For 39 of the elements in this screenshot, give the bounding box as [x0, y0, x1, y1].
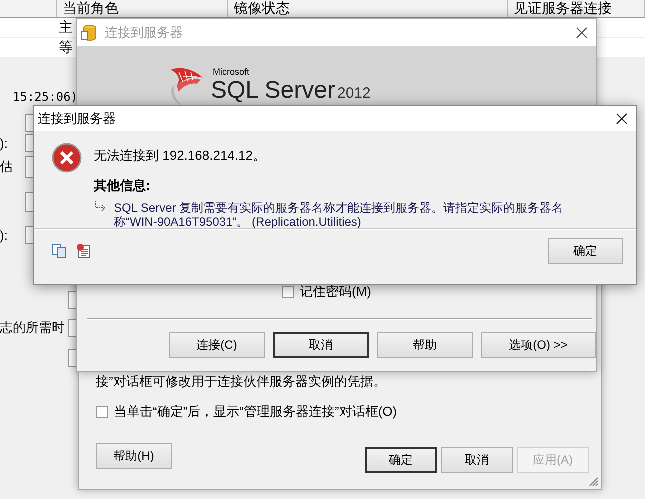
copy-icon[interactable]: [52, 243, 68, 259]
checkbox-label: 当单击“确定”后，显示“管理服务器连接”对话框(O): [114, 403, 398, 421]
dialog-button[interactable]: 取消: [273, 332, 369, 358]
checkbox-label: 记住密码(M): [300, 283, 372, 301]
error-message: 无法连接到 192.168.214.12。: [94, 147, 267, 165]
error-detail: SQL Server 复制需要有实际的服务器名称才能连接到服务器。请指定实际的服务器名称“WIN-90A16T95031”。 (Replication.Utilities): [114, 201, 565, 229]
product-name: SQL Server: [211, 77, 336, 105]
close-icon[interactable]: [616, 112, 628, 124]
column-header[interactable]: 镜像状态: [228, 0, 508, 17]
field-label: 估: [0, 158, 14, 176]
dialog-button[interactable]: 确定: [365, 447, 437, 473]
description-text: 接”对话框可修改用于连接伙伴服务器实例的凭据。: [96, 373, 388, 391]
brand-text: Microsoft: [213, 67, 251, 77]
error-icon: [52, 143, 82, 173]
dialog-button[interactable]: 帮助: [377, 332, 473, 358]
resize-grip-icon[interactable]: [587, 475, 599, 487]
dialog-button[interactable]: 选项(O) >>: [481, 332, 596, 358]
arrow-icon: [94, 201, 108, 213]
timestamp-text: 15:25:06): [13, 90, 78, 106]
details-heading: 其他信息:: [94, 177, 152, 195]
ok-button[interactable]: 确定: [548, 238, 623, 264]
field-label: ):: [0, 136, 9, 150]
field-label: 志的所需时: [0, 319, 66, 337]
checkbox[interactable]: [96, 406, 108, 418]
checkbox[interactable]: [282, 286, 294, 298]
column-header[interactable]: 见证服务器连接: [508, 0, 645, 17]
dialog-button[interactable]: 取消: [441, 447, 513, 473]
window-title: 连接到服务器: [105, 24, 183, 42]
database-icon: [81, 24, 99, 42]
product-version: 2012: [338, 85, 371, 102]
field-label: ):: [0, 228, 9, 242]
window-title: 连接到服务器: [38, 110, 116, 128]
column-header[interactable]: 当前角色: [57, 0, 228, 17]
table-cell-text: 等: [58, 38, 73, 57]
help-button[interactable]: 帮助(H): [96, 443, 172, 469]
details-icon[interactable]: [76, 243, 92, 259]
dialog-button[interactable]: 连接(C): [169, 332, 265, 358]
close-icon[interactable]: [576, 26, 588, 38]
table-cell-text: 主: [58, 18, 73, 37]
